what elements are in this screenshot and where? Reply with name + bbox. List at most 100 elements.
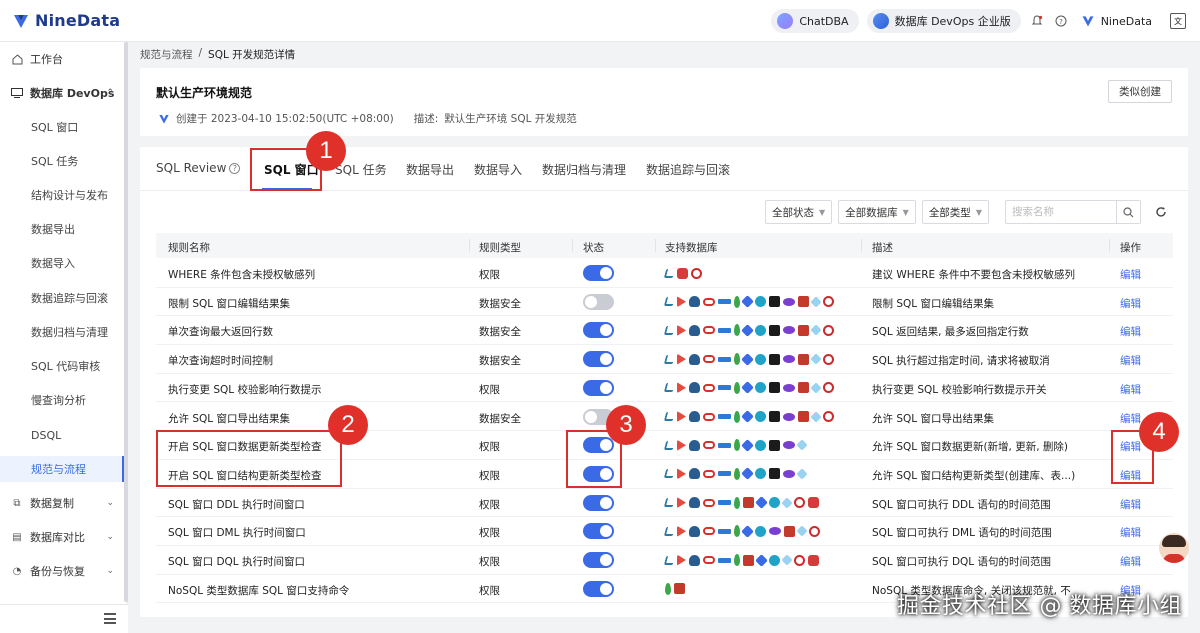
mysql-db-icon: [663, 498, 676, 508]
sidebar-scrollbar[interactable]: [124, 42, 128, 602]
edit-link[interactable]: 编辑: [1120, 525, 1141, 540]
sidebar-item-data-archive[interactable]: 数据归档与清理: [0, 319, 124, 345]
link-db-icon: [783, 441, 795, 450]
tab-sql-task[interactable]: SQL 任务: [335, 161, 387, 178]
toggle-knob: [600, 324, 612, 337]
black-db-icon: [769, 468, 780, 480]
sidebar-group-compare[interactable]: ▤ 数据库对比 ⌄: [0, 524, 124, 550]
mongo-db-icon: [665, 582, 671, 595]
search-input[interactable]: [1006, 206, 1116, 218]
database-filter[interactable]: 全部数据库 ▼: [838, 200, 916, 224]
sidebar-item-data-tracking[interactable]: 数据追踪与回滚: [0, 285, 124, 311]
edit-link[interactable]: 编辑: [1120, 554, 1141, 569]
tidb-db-icon: [741, 524, 754, 538]
sidebar-item-data-export[interactable]: 数据导出: [0, 216, 124, 242]
edit-link[interactable]: 编辑: [1120, 411, 1141, 426]
sidebar-group-replication[interactable]: ⧉ 数据复制 ⌄: [0, 490, 124, 516]
edit-link[interactable]: 编辑: [1120, 324, 1141, 339]
devops-edition-button[interactable]: 数据库 DevOps 企业版: [866, 9, 1021, 33]
edit-link[interactable]: 编辑: [1120, 382, 1141, 397]
redfox-db-icon: [677, 267, 688, 279]
edit-link[interactable]: 编辑: [1120, 267, 1141, 282]
sidebar-item-data-import[interactable]: 数据导入: [0, 250, 124, 276]
header-rule-type: 规则类型: [479, 242, 521, 254]
status-toggle[interactable]: [583, 351, 614, 368]
rule-type: 权限: [479, 469, 500, 482]
rule-description: SQL 窗口可执行 DDL 语句的时间范围: [872, 498, 1051, 511]
edit-link[interactable]: 编辑: [1120, 353, 1141, 368]
refresh-icon[interactable]: [1149, 200, 1173, 224]
status-toggle[interactable]: [583, 580, 614, 597]
mongo-db-icon: [734, 525, 740, 538]
mysql-db-icon: [663, 440, 676, 450]
tidb-db-icon: [741, 381, 754, 395]
supported-databases: [663, 496, 819, 510]
sidebar-item-workbench[interactable]: 工作台: [0, 46, 124, 72]
tab-data-export[interactable]: 数据导出: [406, 161, 454, 178]
ring-db-icon: [691, 267, 702, 279]
rule-type: 权限: [479, 584, 500, 597]
cube-db-icon: [798, 324, 809, 336]
bar-db-icon: [718, 557, 731, 563]
sidebar-item-sql-review[interactable]: SQL 代码审核: [0, 353, 124, 379]
devops-icon: [11, 87, 23, 99]
tab-data-tracking[interactable]: 数据追踪与回滚: [646, 161, 730, 178]
globe-icon: [872, 13, 889, 29]
oracle-db-icon: [703, 326, 715, 335]
notification-icon[interactable]: [1029, 13, 1045, 29]
search-icon[interactable]: [1116, 201, 1140, 223]
assistant-avatar[interactable]: [1159, 533, 1189, 563]
rule-name: 单次查询超时时间控制: [168, 355, 273, 368]
pg-db-icon: [689, 439, 700, 451]
logo[interactable]: NineData: [12, 11, 120, 30]
watermark: 掘金技术社区 @ 数据库小组: [897, 594, 1182, 619]
bar-db-icon: [718, 500, 731, 506]
collapse-menu-icon[interactable]: [104, 613, 116, 624]
breadcrumb-parent[interactable]: 规范与流程: [140, 47, 193, 62]
black-db-icon: [769, 353, 780, 365]
tidb-db-icon: [741, 467, 754, 481]
mongo-db-icon: [734, 467, 740, 480]
tab-data-import[interactable]: 数据导入: [474, 161, 522, 178]
create-similar-button[interactable]: 类似创建: [1108, 80, 1172, 103]
chevron-down-icon: ▼: [975, 207, 982, 217]
oracle-db-icon: [703, 412, 715, 421]
diamond-db-icon: [781, 496, 793, 509]
rule-description: SQL 返回结果, 最多返回指定行数: [872, 326, 1029, 339]
status-filter[interactable]: 全部状态 ▼: [765, 200, 833, 224]
status-toggle[interactable]: [583, 494, 614, 511]
user-menu[interactable]: NineData: [1081, 14, 1152, 28]
chatdba-button[interactable]: ChatDBA: [771, 9, 859, 33]
cube-db-icon: [674, 583, 685, 595]
help-icon[interactable]: ?: [1053, 13, 1069, 29]
link-db-icon: [783, 326, 795, 335]
pg-db-icon: [689, 324, 700, 336]
status-toggle[interactable]: [583, 523, 614, 540]
sidebar-group-backup[interactable]: ◔ 备份与恢复 ⌄: [0, 558, 124, 584]
bar-db-icon: [718, 356, 731, 362]
toggle-knob: [585, 295, 597, 308]
status-toggle[interactable]: [583, 293, 614, 310]
status-toggle[interactable]: [583, 265, 614, 281]
sidebar-item-schema-design[interactable]: 结构设计与发布: [0, 182, 124, 208]
sidebar-item-sql-task[interactable]: SQL 任务: [0, 148, 124, 174]
annotation-badge-3: 3: [606, 405, 646, 445]
status-toggle[interactable]: [583, 552, 614, 568]
tidb-db-icon: [741, 438, 754, 452]
status-toggle[interactable]: [583, 322, 614, 339]
tab-sql-review[interactable]: SQL Review?: [156, 161, 241, 175]
type-filter[interactable]: 全部类型 ▼: [921, 200, 989, 224]
edit-link[interactable]: 编辑: [1120, 497, 1141, 512]
edit-link[interactable]: 编辑: [1120, 296, 1141, 311]
language-icon[interactable]: 文: [1170, 13, 1186, 29]
help-circle-icon[interactable]: ?: [229, 163, 241, 174]
sidebar-item-slow-query[interactable]: 慢查询分析: [0, 387, 124, 413]
rule-description: 限制 SQL 窗口编辑结果集: [872, 297, 994, 310]
sidebar-item-sql-window[interactable]: SQL 窗口: [0, 114, 124, 140]
sidebar-item-dsql[interactable]: DSQL: [0, 422, 124, 448]
tab-data-archive[interactable]: 数据归档与清理: [542, 161, 626, 178]
sidebar-item-spec-process[interactable]: 规范与流程: [0, 456, 124, 482]
breadcrumb-current: SQL 开发规范详情: [208, 49, 296, 61]
status-toggle[interactable]: [583, 379, 614, 396]
sidebar-group-devops[interactable]: 数据库 DevOps ⌃: [0, 80, 124, 106]
